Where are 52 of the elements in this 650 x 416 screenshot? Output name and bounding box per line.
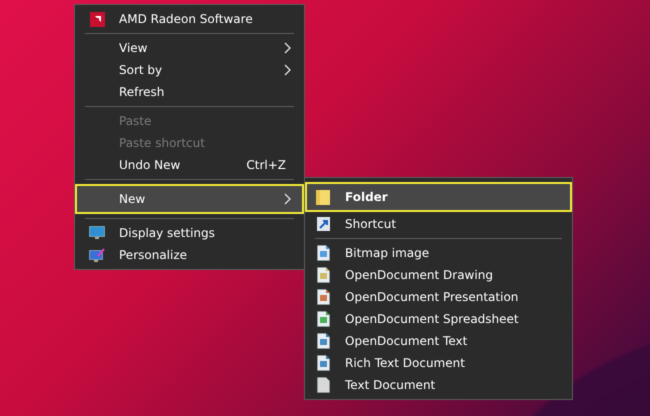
menu-item-label: AMD Radeon Software [119, 12, 254, 26]
menu-item-label: Undo New [119, 158, 182, 172]
menu-item-label: Rich Text Document [345, 356, 466, 370]
shortcut-arrow-icon [316, 217, 330, 231]
menu-item[interactable]: Personalize [75, 244, 304, 266]
menu-item-label: Text Document [345, 378, 436, 392]
menu-item[interactable]: OpenDocument Presentation [305, 286, 572, 308]
monitor-brush-icon [89, 248, 105, 262]
drawing-file-icon [316, 267, 330, 283]
menu-item-label: OpenDocument Presentation [345, 290, 520, 304]
menu-item[interactable]: OpenDocument Drawing [305, 264, 572, 286]
menu-item[interactable]: New [75, 184, 304, 214]
menu-item[interactable]: Undo New Ctrl+Z [75, 154, 304, 176]
text-file-icon [316, 333, 330, 349]
menu-item[interactable]: Bitmap image [305, 242, 572, 264]
menu-item-label: Bitmap image [345, 246, 430, 260]
chevron-right-icon [284, 64, 292, 76]
menu-item[interactable]: Sort by [75, 59, 304, 81]
menu-item[interactable]: OpenDocument Spreadsheet [305, 308, 572, 330]
logo-icon [90, 12, 104, 26]
menu-item-label: Personalize [119, 248, 188, 262]
menu-item[interactable]: Refresh [75, 81, 304, 103]
menu-item-label: Refresh [119, 85, 166, 99]
menu-item[interactable]: Shortcut [305, 213, 572, 235]
text-file-icon [316, 377, 330, 393]
monitor-icon [89, 226, 105, 240]
chevron-right-icon [284, 42, 292, 54]
folder-icon [316, 190, 330, 204]
spreadsheet-file-icon [316, 311, 330, 327]
menu-item-label: Shortcut [345, 217, 398, 231]
menu-item-label: Sort by [119, 63, 164, 77]
menu-item[interactable]: Display settings [75, 222, 304, 244]
menu-item[interactable]: Text Document [305, 374, 572, 396]
menu-item[interactable]: Folder [305, 182, 572, 212]
shortcut-label: Ctrl+Z [246, 158, 286, 172]
menu-item[interactable]: AMD Radeon Software [75, 8, 304, 30]
menu-item-label: New [119, 192, 146, 206]
menu-item-label: Paste [119, 114, 152, 128]
chevron-right-icon [284, 193, 292, 205]
menu-item-label: Folder [345, 190, 389, 204]
menu-item[interactable]: Rich Text Document [305, 352, 572, 374]
menu-item-label: OpenDocument Drawing [345, 268, 494, 282]
menu-item[interactable]: View [75, 37, 304, 59]
image-file-icon [316, 245, 330, 261]
menu-item-label: OpenDocument Text [345, 334, 468, 348]
menu-item-label: Paste shortcut [119, 136, 206, 150]
menu-item-label: Display settings [119, 226, 216, 240]
menu-item[interactable]: OpenDocument Text [305, 330, 572, 352]
menu-item-label: View [119, 41, 148, 55]
text-file-icon [316, 355, 330, 371]
presentation-file-icon [316, 289, 330, 305]
menu-item-label: OpenDocument Spreadsheet [345, 312, 520, 326]
